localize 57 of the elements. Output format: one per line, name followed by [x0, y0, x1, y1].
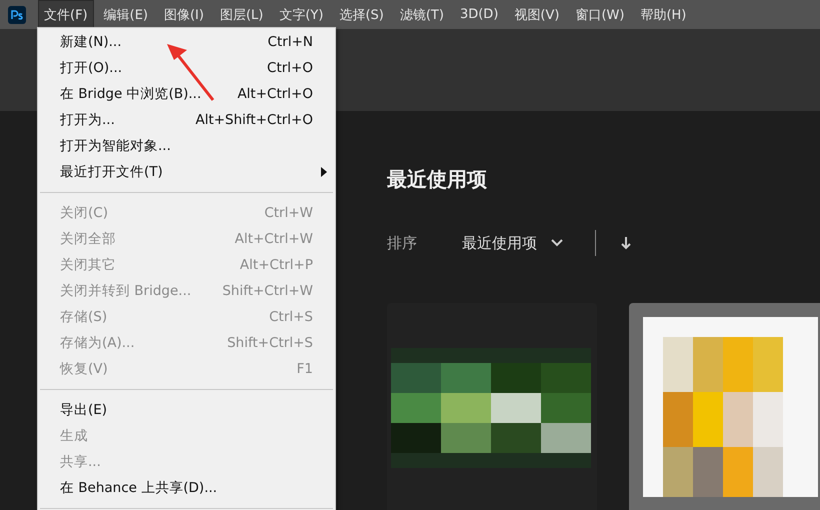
menu-item[interactable]: 打开(O)... Ctrl+O	[38, 55, 335, 81]
shortcut-label: Shift+Ctrl+S	[227, 335, 313, 351]
shortcut-label: Ctrl+N	[268, 34, 313, 50]
menu-bar-item[interactable]: 图层(L)	[214, 0, 270, 30]
menu-bar-item[interactable]: 文字(Y)	[273, 0, 330, 30]
menu-item[interactable]: 在 Bridge 中浏览(B)... Alt+Ctrl+O	[38, 81, 335, 107]
menu-item-label: 在 Bridge 中浏览(B)...	[60, 85, 202, 103]
menu-item-label: 共享...	[60, 453, 101, 471]
menu-item-label: 打开为智能对象...	[60, 137, 171, 155]
menu-item-label: 打开(O)...	[60, 59, 122, 77]
sort-dropdown[interactable]: 最近使用项	[462, 234, 563, 252]
menu-bar-item[interactable]: 窗口(W)	[569, 0, 630, 30]
menu-item[interactable]: 新建(N)... Ctrl+N	[38, 29, 335, 55]
menu-item-label: 生成	[60, 427, 88, 445]
menu-item[interactable]: 打开为智能对象...	[38, 133, 335, 159]
shortcut-label: Alt+Ctrl+P	[240, 257, 313, 273]
menu-item-label: 关闭其它	[60, 256, 116, 274]
menu-item[interactable]: 打开为... Alt+Shift+Ctrl+O	[38, 107, 335, 133]
menu-bar-item[interactable]: 选择(S)	[333, 0, 390, 30]
menu-item[interactable]: 在 Behance 上共享(D)...	[38, 475, 335, 501]
shortcut-label: Ctrl+W	[264, 205, 313, 221]
menu-item-label: 恢复(V)	[60, 360, 108, 378]
section-title: 最近使用项	[387, 166, 488, 193]
menu-item-label: 导出(E)	[60, 401, 108, 419]
menu-item-label: 在 Behance 上共享(D)...	[60, 479, 218, 497]
shortcut-label: Ctrl+S	[269, 309, 313, 325]
menu-item-label: 新建(N)...	[60, 33, 122, 51]
menu-item[interactable]: 最近打开文件(T)	[38, 159, 335, 185]
down-arrow-icon	[621, 236, 631, 250]
chevron-icon	[551, 239, 563, 247]
menu-bar-item[interactable]: 视图(V)	[508, 0, 566, 30]
shortcut-label: Shift+Ctrl+W	[222, 283, 313, 299]
menu-item-label: 最近打开文件(T)	[60, 163, 163, 181]
menu-item-label: 存储为(A)...	[60, 334, 135, 352]
app-logo-icon	[8, 6, 26, 24]
menu-item-label: 打开为...	[60, 111, 115, 129]
shortcut-label: Alt+Ctrl+O	[237, 86, 313, 102]
menu-bar-item[interactable]: 3D(D)	[454, 1, 504, 28]
menu-item-label: 关闭(C)	[60, 204, 108, 222]
menu-bar-item[interactable]: 帮助(H)	[634, 0, 692, 30]
menu-bar-item[interactable]: 编辑(E)	[98, 0, 154, 30]
file-card[interactable]	[387, 303, 597, 510]
submenu-arrow-icon	[321, 167, 327, 177]
shortcut-label: Alt+Shift+Ctrl+O	[195, 112, 313, 128]
menu-bar-item[interactable]: 滤镜(T)	[394, 0, 450, 30]
menu-item[interactable]: 导出(E)	[38, 397, 335, 423]
menu-bar-item[interactable]: 文件(F)	[38, 0, 94, 30]
menu-item-label: 关闭并转到 Bridge...	[60, 282, 192, 300]
shortcut-label: Ctrl+O	[267, 60, 313, 76]
shortcut-label: F1	[296, 361, 313, 377]
menu-item-label: 关闭全部	[60, 230, 116, 248]
file-card[interactable]	[629, 303, 820, 510]
menu-bar-item[interactable]: 图像(I)	[158, 0, 210, 30]
menu-item-label: 存储(S)	[60, 308, 108, 326]
sort-direction-button[interactable]	[621, 236, 631, 250]
sort-label: 排序	[387, 234, 418, 252]
shortcut-label: Alt+Ctrl+W	[234, 231, 313, 247]
